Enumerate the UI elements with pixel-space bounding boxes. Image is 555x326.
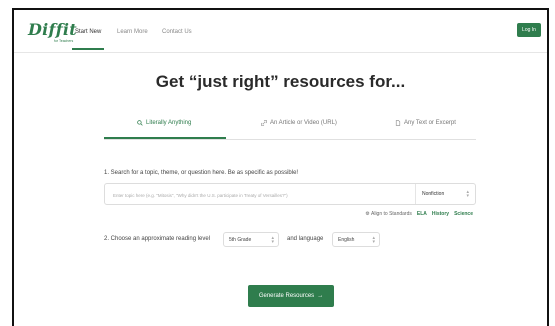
active-tab-indicator [104, 137, 226, 139]
reading-level-value: 5th Grade [229, 236, 252, 243]
subject-science[interactable]: Science [454, 211, 473, 217]
subject-ela[interactable]: ELA [417, 211, 427, 217]
page-title: Get “just right” resources for... [155, 72, 406, 91]
tab-label: Any Text or Excerpt [404, 120, 456, 126]
subject-history[interactable]: History [432, 211, 449, 217]
document-icon [395, 120, 401, 126]
align-standards-label: Align to Standards [371, 211, 412, 217]
reading-level-select[interactable]: 5th Grade ▴ ▾ [223, 232, 279, 247]
language-label: and language [287, 236, 324, 242]
align-standards-row: ⚙ Align to Standards ELA History Science [365, 211, 473, 217]
language-select[interactable]: English ▴ ▾ [332, 232, 380, 247]
step2-label: 2. Choose an approximate reading level [104, 236, 211, 242]
standards-icon: ⚙ [365, 211, 370, 217]
tab-text-excerpt[interactable]: Any Text or Excerpt [395, 120, 456, 126]
nav-learn-more[interactable]: Learn More [117, 29, 148, 35]
content-type-select[interactable]: Nonfiction ▴ ▾ [415, 184, 475, 204]
step1-label: 1. Search for a topic, theme, or questio… [104, 170, 299, 176]
logo-subtitle: for Teachers [54, 39, 74, 43]
tab-article-url[interactable]: An Article or Video (URL) [261, 120, 337, 126]
source-tabs: Literally Anything An Article or Video (… [104, 115, 476, 140]
nav-start-new[interactable]: Start New [75, 29, 101, 35]
topic-search-box: Nonfiction ▴▾ [104, 183, 476, 206]
arrow-right-icon: → [317, 293, 324, 299]
login-button[interactable]: Log In [517, 23, 541, 37]
tab-literally-anything[interactable]: Literally Anything [137, 120, 191, 126]
nav-contact-us[interactable]: Contact Us [162, 29, 192, 35]
language-value: English [338, 236, 355, 243]
search-icon [137, 120, 143, 126]
nav-active-indicator [72, 48, 104, 50]
generate-label: Generate Resources [258, 293, 315, 299]
top-navbar: Diffit for Teachers Start New Learn More… [14, 10, 547, 53]
generate-resources-button[interactable]: Generate Resources → [248, 285, 334, 307]
link-icon [261, 120, 267, 126]
tab-label: Literally Anything [146, 120, 192, 126]
align-standards-link[interactable]: ⚙ Align to Standards [365, 211, 411, 217]
topic-search-input[interactable] [111, 184, 415, 206]
app-window: Diffit for Teachers Start New Learn More… [12, 8, 549, 326]
diffit-logo[interactable]: Diffit [28, 20, 77, 39]
tab-label: An Article or Video (URL) [270, 120, 337, 126]
chevron-updown-icon: ▴ ▾ [466, 189, 469, 199]
chevron-updown-icon: ▴ ▾ [372, 235, 375, 245]
chevron-updown-icon: ▴ ▾ [271, 235, 274, 245]
content-type-value: Nonfiction [422, 191, 445, 197]
